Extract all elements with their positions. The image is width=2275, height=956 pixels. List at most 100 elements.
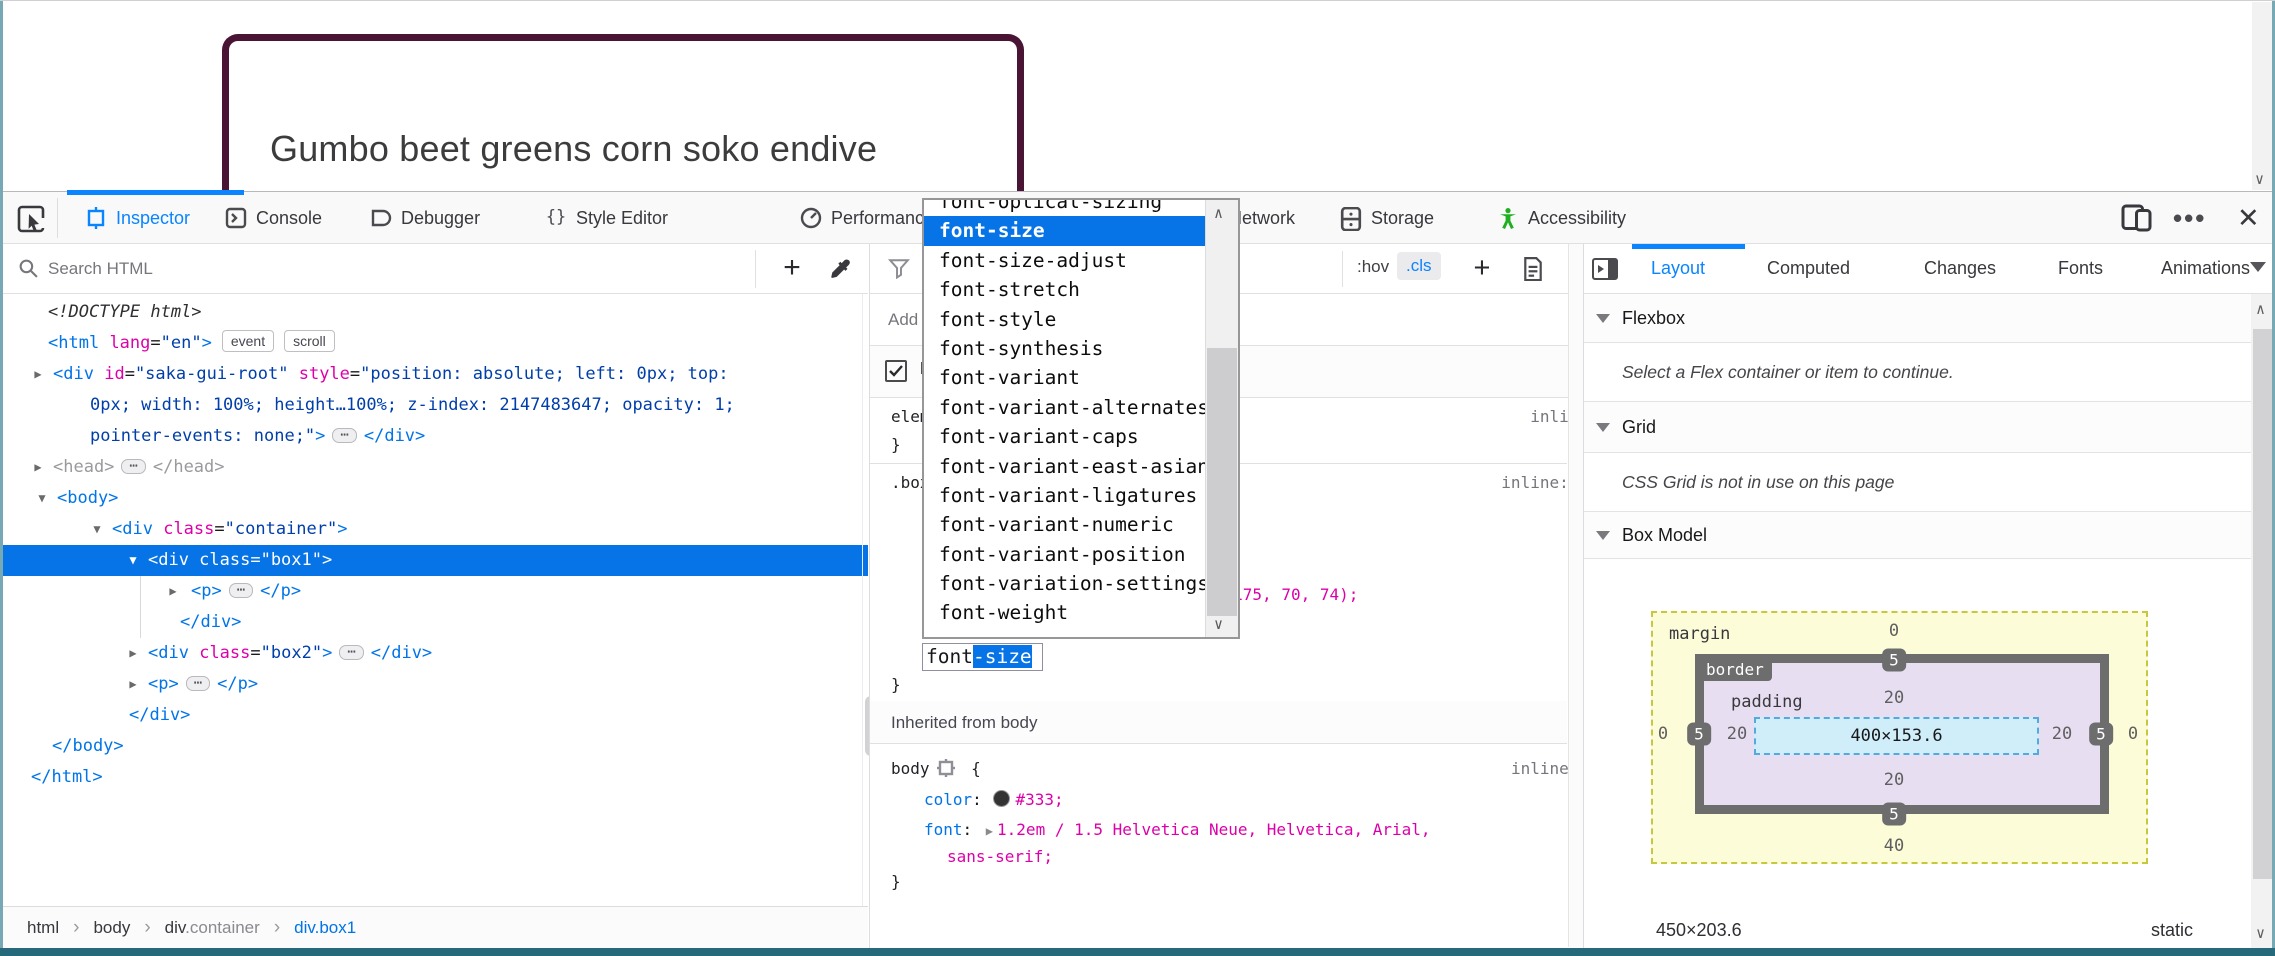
markup-line[interactable]: </div>	[0, 700, 868, 731]
markup-line[interactable]: ▶<p>⋯</p>	[0, 669, 868, 700]
expand-arrow-icon[interactable]: ▶	[31, 452, 45, 483]
scroll-down-icon[interactable]: ∨	[2255, 170, 2264, 188]
markup-line[interactable]: </html>	[0, 762, 868, 793]
breadcrumb-item[interactable]: body	[93, 918, 130, 938]
scrollbar-thumb[interactable]	[2253, 329, 2273, 879]
inline-content-ellipsis[interactable]: ⋯	[186, 676, 210, 691]
collapse-arrow-icon[interactable]: ▼	[90, 514, 104, 545]
scroll-badge[interactable]: scroll	[284, 330, 335, 352]
markup-line[interactable]: ▶<div class="box2">⋯</div>	[0, 638, 868, 669]
sidebar-tab-changes[interactable]: Changes	[1924, 244, 1996, 293]
sidebar-tab-layout[interactable]: Layout	[1651, 244, 1705, 293]
markup-line[interactable]: ▶<p>⋯</p>	[0, 576, 868, 607]
margin-top-value[interactable]: 0	[1889, 621, 1899, 641]
collapse-arrow-icon[interactable]: ▼	[35, 483, 49, 514]
responsive-design-mode-button[interactable]	[2120, 192, 2156, 244]
autocomplete-item[interactable]: font-variant-numeric	[924, 510, 1205, 539]
expand-arrow-icon[interactable]: ▶	[31, 359, 45, 390]
autocomplete-item[interactable]: font-variant-caps	[924, 422, 1205, 451]
autocomplete-item[interactable]: font-variant-east-asian	[924, 452, 1205, 481]
autocomplete-item[interactable]: font-variant-ligatures	[924, 481, 1205, 510]
border-bottom-value[interactable]: 5	[1882, 803, 1906, 826]
scrollbar-thumb[interactable]	[1207, 348, 1237, 616]
autocomplete-item[interactable]: font-size-adjust	[924, 246, 1205, 275]
sidebar-tab-fonts[interactable]: Fonts	[2058, 244, 2103, 293]
meatball-menu-button[interactable]: •••	[2173, 192, 2206, 244]
padding-right-value[interactable]: 20	[2052, 724, 2072, 744]
tab-inspector[interactable]: Inspector	[85, 192, 190, 244]
margin-left-value[interactable]: 0	[1658, 724, 1668, 744]
autocomplete-scrollbar[interactable]: ∧ ∨	[1205, 200, 1238, 637]
autocomplete-item[interactable]: font-variant-alternates	[924, 393, 1205, 422]
autocomplete-item[interactable]: font-variation-settings	[924, 569, 1205, 598]
pseudo-class-button[interactable]: :hov	[1352, 254, 1394, 280]
add-node-button[interactable]: +	[770, 246, 814, 292]
margin-right-value[interactable]: 0	[2128, 724, 2138, 744]
box-model-section-header[interactable]: Box Model	[1584, 512, 2251, 559]
autocomplete-item[interactable]: font-size	[924, 216, 1205, 245]
inline-content-ellipsis[interactable]: ⋯	[332, 428, 356, 443]
search-html-input[interactable]	[46, 253, 590, 285]
padding-top-value[interactable]: 20	[1884, 688, 1904, 708]
autocomplete-item[interactable]: font-stretch	[924, 275, 1205, 304]
sidebar-tabs-overflow-button[interactable]	[2250, 262, 2266, 272]
expand-arrow-icon[interactable]: ▶	[126, 638, 140, 669]
expand-arrow-icon[interactable]: ▶	[166, 576, 180, 607]
markup-line[interactable]: 0px; width: 100%; height…100%; z-index: …	[0, 390, 868, 421]
markup-line[interactable]: <!DOCTYPE html>	[0, 297, 868, 328]
tab-performance[interactable]: Performance	[800, 192, 934, 244]
markup-line[interactable]: <html lang="en">eventscroll	[0, 328, 868, 359]
expand-arrow-icon[interactable]: ▶	[126, 669, 140, 700]
padding-bottom-value[interactable]: 20	[1884, 770, 1904, 790]
selector-highlighter-icon[interactable]	[937, 759, 955, 777]
page-scrollbar[interactable]: ∨	[2252, 2, 2273, 190]
autocomplete-item[interactable]: font-optical-sizing	[924, 200, 1205, 216]
add-rule-button[interactable]: +	[1462, 246, 1502, 292]
event-badge[interactable]: event	[222, 330, 274, 352]
tab-console[interactable]: Console	[225, 192, 322, 244]
markup-line[interactable]: ▶<head>⋯</head>	[0, 452, 868, 483]
border-top-value[interactable]: 5	[1882, 649, 1906, 672]
autocomplete-item[interactable]: font-synthesis	[924, 334, 1205, 363]
class-panel-button[interactable]: .cls	[1397, 252, 1441, 280]
autocomplete-item[interactable]: font-variant-position	[924, 540, 1205, 569]
markup-line[interactable]: ▼<body>	[0, 483, 868, 514]
padding-left-value[interactable]: 20	[1727, 724, 1747, 744]
sidebar-toggle-button[interactable]	[1592, 258, 1618, 280]
pick-element-button[interactable]	[16, 203, 48, 235]
collapse-arrow-icon[interactable]: ▼	[126, 545, 140, 576]
flexbox-section-header[interactable]: Flexbox	[1584, 294, 2251, 343]
border-right-value[interactable]: 5	[2089, 723, 2113, 746]
markup-line[interactable]: ▼<div class="container">	[0, 514, 868, 545]
breadcrumb-item[interactable]: div.box1	[294, 918, 356, 938]
property-name-input[interactable]: font-size	[922, 643, 1043, 671]
close-devtools-button[interactable]: ✕	[2237, 192, 2260, 244]
autocomplete-item[interactable]: font-weight	[924, 598, 1205, 627]
autocomplete-item[interactable]: font-style	[924, 305, 1205, 334]
scroll-up-icon[interactable]: ∧	[1214, 204, 1223, 222]
markup-line[interactable]: </body>	[0, 731, 868, 762]
border-left-value[interactable]: 5	[1687, 723, 1711, 746]
breadcrumb-item[interactable]: html	[27, 918, 59, 938]
tab-accessibility[interactable]: Accessibility	[1497, 192, 1626, 244]
inline-content-ellipsis[interactable]: ⋯	[121, 459, 145, 474]
scroll-down-icon[interactable]: ∨	[2256, 924, 2265, 942]
grid-section-header[interactable]: Grid	[1584, 402, 2251, 453]
markup-line[interactable]: ▼<div class="box1">	[0, 545, 868, 576]
scroll-down-icon[interactable]: ∨	[1214, 615, 1223, 633]
rule-body[interactable]: body { inline:2	[870, 754, 1608, 783]
print-media-button[interactable]	[1522, 257, 1544, 281]
tab-style-editor[interactable]: {}Style Editor	[545, 192, 668, 244]
breadcrumb-item[interactable]: div.container	[165, 918, 260, 938]
box-model-content[interactable]: 400×153.6	[1754, 717, 2039, 755]
scroll-up-icon[interactable]: ∧	[2256, 300, 2265, 318]
markup-line[interactable]: pointer-events: none;">⋯</div>	[0, 421, 868, 452]
markup-line[interactable]: ▶<div id="saka-gui-root" style="position…	[0, 359, 868, 390]
markup-line[interactable]: </div>	[0, 607, 868, 638]
inline-content-ellipsis[interactable]: ⋯	[339, 645, 363, 660]
declaration-color[interactable]: color: #333;	[870, 785, 1621, 814]
color-swatch[interactable]	[993, 790, 1010, 807]
class-checkbox[interactable]	[885, 360, 907, 382]
autocomplete-item[interactable]: font-variant	[924, 363, 1205, 392]
sidebar-tab-animations[interactable]: Animations	[2161, 244, 2250, 293]
